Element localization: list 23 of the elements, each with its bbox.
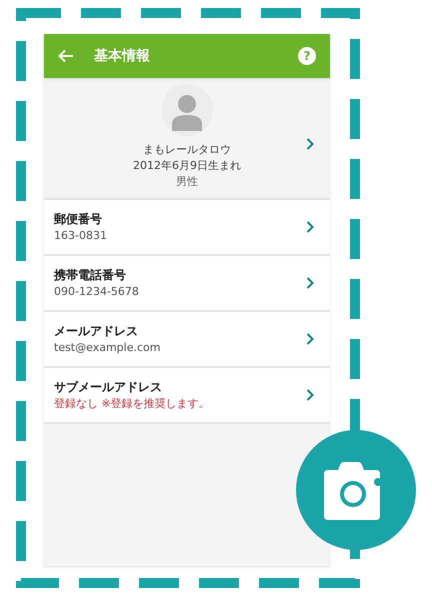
- avatar-icon: [161, 84, 213, 136]
- field-value: test@example.com: [54, 340, 162, 356]
- birth-date: 2012年6月9日生まれ: [133, 158, 241, 174]
- chevron-icon: [306, 221, 314, 233]
- gender-text: 男性: [176, 174, 198, 190]
- screen-title: 基本情報: [94, 46, 150, 66]
- back-arrow-icon[interactable]: [58, 49, 74, 63]
- field-label: メールアドレス: [54, 323, 139, 340]
- profile-name: まもレールタロウ: [143, 142, 231, 158]
- chevron-icon: [306, 333, 314, 345]
- info-row[interactable]: 携帯電話番号 090-1234-5678: [44, 256, 330, 312]
- field-value: 090-1234-5678: [54, 284, 140, 300]
- field-label: 携帯電話番号: [54, 267, 127, 284]
- chevron-icon: [306, 138, 314, 150]
- chevron-icon: [306, 277, 314, 289]
- info-row[interactable]: メールアドレス test@example.com: [44, 312, 330, 368]
- info-row[interactable]: 郵便番号 163-0831: [44, 200, 330, 256]
- field-value: 163-0831: [54, 228, 108, 244]
- chevron-icon: [306, 389, 314, 401]
- field-label: 郵便番号: [54, 211, 103, 228]
- info-row[interactable]: サブメールアドレス 登録なし ※登録を推奨します。: [44, 368, 330, 424]
- field-label: サブメールアドレス: [54, 379, 163, 396]
- warning-text: 登録なし ※登録を推奨します。: [54, 396, 211, 412]
